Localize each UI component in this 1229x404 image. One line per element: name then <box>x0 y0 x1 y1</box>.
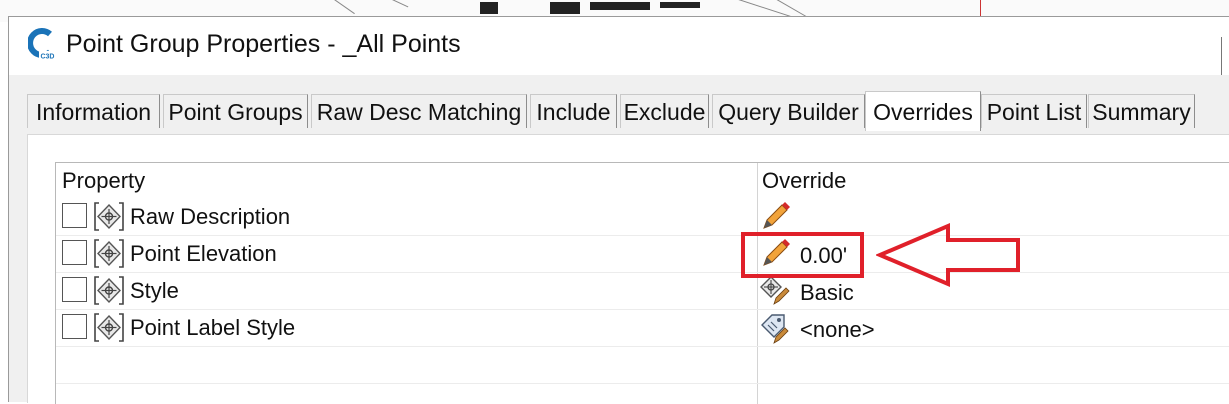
tab-overrides[interactable]: Overrides <box>865 91 981 131</box>
pencil-icon[interactable] <box>758 200 792 234</box>
table-row-empty <box>56 347 1229 384</box>
overrides-grid: Property Override Raw Description Point … <box>55 162 1229 404</box>
tab-query-builder[interactable]: Query Builder <box>712 94 865 128</box>
property-bracket-icon <box>94 239 124 268</box>
property-bracket-icon <box>94 313 124 342</box>
tab-raw-desc-matching[interactable]: Raw Desc Matching <box>311 94 527 128</box>
tabs-container: Information Point Groups Raw Desc Matchi… <box>9 75 1229 404</box>
callout-arrow-icon <box>876 222 1020 288</box>
checkbox-raw-description[interactable] <box>62 203 87 228</box>
override-column-header[interactable]: Override <box>762 168 846 194</box>
tab-include[interactable]: Include <box>530 94 617 128</box>
table-row-point-elevation[interactable]: Point Elevation 0.00' <box>56 236 1229 273</box>
checkbox-point-elevation[interactable] <box>62 240 87 265</box>
title-bar[interactable]: C3D Point Group Properties - _All Points <box>9 17 1229 77</box>
tab-information[interactable]: Information <box>27 94 160 128</box>
civil3d-c3d-logo-icon: C3D <box>28 28 56 61</box>
table-row-style[interactable]: Style Basic <box>56 273 1229 310</box>
title-divider <box>1221 37 1222 77</box>
tab-point-list[interactable]: Point List <box>981 94 1087 128</box>
table-row-point-label-style[interactable]: Point Label Style <none> <box>56 310 1229 347</box>
tab-summary[interactable]: Summary <box>1088 94 1195 128</box>
overrides-page: Property Override Raw Description Point … <box>27 134 1229 404</box>
checkbox-style[interactable] <box>62 277 87 302</box>
tab-exclude[interactable]: Exclude <box>620 94 709 128</box>
property-bracket-icon <box>94 276 124 305</box>
override-value[interactable]: <none> <box>800 317 875 343</box>
property-column-header[interactable]: Property <box>62 168 145 194</box>
point-style-icon[interactable] <box>758 274 792 308</box>
tab-point-groups[interactable]: Point Groups <box>163 94 308 128</box>
point-group-properties-dialog: C3D Point Group Properties - _All Points… <box>8 16 1229 404</box>
property-label: Style <box>130 278 179 303</box>
table-row-raw-description[interactable]: Raw Description <box>56 199 1229 236</box>
window-title: Point Group Properties - _All Points <box>66 30 461 58</box>
property-bracket-icon <box>94 202 124 231</box>
override-value[interactable]: Basic <box>800 280 854 306</box>
property-label: Point Elevation <box>130 241 277 266</box>
highlight-box <box>741 232 864 278</box>
svg-text:C3D: C3D <box>40 54 54 61</box>
checkbox-point-label-style[interactable] <box>62 314 87 339</box>
label-style-icon[interactable] <box>758 311 792 345</box>
property-label: Raw Description <box>130 204 291 229</box>
property-label: Point Label Style <box>130 315 296 340</box>
